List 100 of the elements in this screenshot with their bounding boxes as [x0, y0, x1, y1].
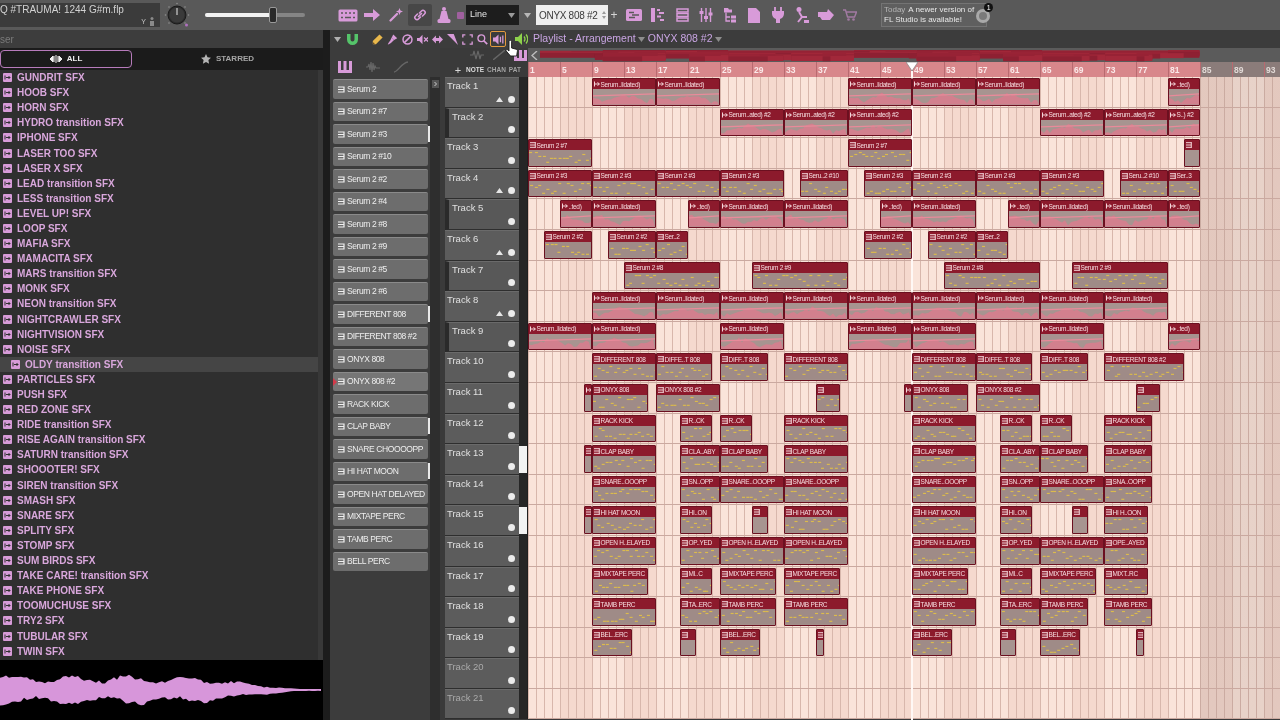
browser-item[interactable]: HOOB SFX	[0, 85, 318, 101]
dot-icon[interactable]	[508, 370, 515, 378]
dot-icon[interactable]	[508, 156, 515, 164]
dot-icon[interactable]	[508, 95, 515, 103]
toolbar-button[interactable]	[408, 4, 432, 26]
pattern-item[interactable]: SNARE CHOOOOPP	[333, 439, 428, 459]
browser-item[interactable]: HORN SFX	[0, 100, 318, 116]
add-track-button[interactable]: +	[453, 63, 463, 76]
track-header[interactable]: Track 9	[445, 321, 519, 353]
pattern-item[interactable]: HI HAT MOON	[333, 461, 428, 481]
dot-icon[interactable]	[508, 523, 515, 531]
knob-icon[interactable]	[164, 2, 190, 28]
playlist-clip[interactable]	[1000, 628, 1016, 657]
dot-icon[interactable]	[508, 676, 515, 684]
tool-button[interactable]	[370, 31, 385, 47]
track-header[interactable]: Track 18	[445, 597, 519, 628]
chevron-left-icon[interactable]	[531, 50, 538, 60]
snap-dropdown[interactable]: Line	[466, 5, 519, 25]
pattern-item[interactable]: RACK KICK	[333, 394, 428, 414]
browser-tab[interactable]: STARRED	[132, 50, 323, 68]
dot-icon[interactable]	[508, 248, 515, 256]
pattern-item[interactable]: Serum 2 #7	[333, 101, 428, 121]
pattern-item[interactable]: Serum 2 #6	[333, 281, 428, 301]
pattern-item[interactable]: Serum 2 #8	[333, 214, 428, 234]
browser-item[interactable]: SNARE SFX	[0, 507, 318, 523]
browser-item[interactable]: LESS transition SFX	[0, 190, 318, 206]
browser-item[interactable]: NOISE SFX	[0, 341, 318, 357]
browser-item[interactable]: SATURN transition SFX	[0, 447, 318, 463]
browser-item[interactable]: NIGHTCRAWLER SFX	[0, 311, 318, 327]
dot-icon[interactable]	[508, 646, 515, 654]
browser-item[interactable]: NIGHTVISION SFX	[0, 326, 318, 342]
track-header[interactable]: Track 12	[445, 413, 519, 445]
pattern-item[interactable]: Serum 2 #10	[333, 146, 428, 166]
browser-item[interactable]: NEON transition SFX	[0, 296, 318, 312]
disc-icon[interactable]	[974, 6, 993, 24]
pattern-item[interactable]: TAMB PERC	[333, 529, 428, 549]
pattern-item[interactable]: Serum 2	[333, 79, 428, 99]
browser-item[interactable]: MAFIA SFX	[0, 236, 318, 252]
browser-item[interactable]: LASER X SFX	[0, 160, 318, 176]
tool-button[interactable]	[460, 31, 475, 47]
browser-item[interactable]: MARS transition SFX	[0, 266, 318, 282]
pattern-item[interactable]: ONYX 808 #2	[333, 371, 428, 391]
triangle-icon[interactable]	[496, 188, 503, 194]
playlist-clip[interactable]	[680, 628, 696, 657]
browser-item[interactable]: MONK SFX	[0, 281, 318, 297]
pattern-item[interactable]: Serum 2 #4	[333, 191, 428, 211]
track-header[interactable]: Track 5	[445, 199, 519, 230]
pattern-item[interactable]: DIFFERENT 808	[333, 304, 428, 324]
pattern-item[interactable]: MIXTAPE PERC	[333, 506, 428, 526]
browser-item[interactable]: IPHONE SFX	[0, 130, 318, 146]
triangle-icon[interactable]	[496, 310, 503, 316]
browser-item[interactable]: OLDY transition SFX	[0, 356, 318, 372]
browser-item[interactable]: LOOP SFX	[0, 220, 318, 237]
track-header[interactable]: Track 1	[445, 77, 519, 108]
dot-icon[interactable]	[508, 126, 515, 134]
dot-icon[interactable]	[508, 217, 515, 225]
slider-thumb[interactable]	[269, 7, 277, 23]
track-header[interactable]: Track 8	[445, 291, 519, 322]
pattern-item[interactable]: DIFFERENT 808 #2	[333, 326, 428, 346]
dot-icon[interactable]	[508, 187, 515, 195]
track-header[interactable]: Track 16	[445, 535, 519, 567]
browser-item[interactable]: TOOMUCHUSE SFX	[0, 598, 318, 614]
browser-item[interactable]: SPLITY SFX	[0, 522, 318, 538]
browser-item[interactable]: TUBULAR SFX	[0, 628, 318, 644]
browser-item[interactable]: PARTICLES SFX	[0, 371, 318, 387]
dot-icon[interactable]	[508, 340, 515, 348]
browser-item[interactable]: LASER TOO SFX	[0, 145, 318, 161]
dot-icon[interactable]	[508, 615, 515, 623]
browser-item[interactable]: SUM BIRDS SFX	[0, 553, 318, 569]
browser-item[interactable]: HYDRO transition SFX	[0, 115, 318, 131]
picker-tab[interactable]	[338, 59, 352, 74]
dot-icon[interactable]	[508, 493, 515, 501]
track-header[interactable]: Track 11	[445, 382, 519, 414]
track-header[interactable]: Track 7	[445, 260, 519, 292]
track-header[interactable]: Track 17	[445, 566, 519, 598]
browser-item[interactable]: TAKE CARE! transition SFX	[0, 568, 318, 584]
dot-icon[interactable]	[508, 707, 515, 715]
scrollbar[interactable]	[430, 77, 440, 720]
browser-item[interactable]: STOMP SFX	[0, 537, 318, 553]
track-header[interactable]: Track 3	[445, 138, 519, 169]
browser-item[interactable]: RED ZONE SFX	[0, 402, 318, 418]
playlist-clip[interactable]	[1072, 506, 1088, 534]
scroll-arrow-icon[interactable]	[431, 80, 439, 88]
track-header[interactable]: Track 14	[445, 474, 519, 506]
pattern-item[interactable]: Serum 2 #3	[333, 124, 428, 144]
browser-item[interactable]: PUSH SFX	[0, 386, 318, 403]
snap-toggle[interactable]	[344, 31, 360, 47]
pattern-item[interactable]: Serum 2 #2	[333, 169, 428, 189]
track-header[interactable]: Track 19	[445, 627, 519, 659]
dot-icon[interactable]	[508, 401, 515, 409]
pattern-selector[interactable]: ONYX 808 #2	[536, 5, 608, 25]
tool-button[interactable]	[490, 31, 506, 47]
playlist-clip[interactable]	[816, 628, 824, 657]
browser-tab[interactable]: ALL	[0, 50, 132, 68]
dot-icon[interactable]	[508, 309, 515, 317]
browser-item[interactable]: LEVEL UP! SFX	[0, 205, 318, 221]
browser-item[interactable]: TAKE PHONE SFX	[0, 583, 318, 599]
dot-icon[interactable]	[508, 432, 515, 440]
browser-item[interactable]: SIREN transition SFX	[0, 477, 318, 493]
add-pattern-button[interactable]: +	[608, 5, 620, 25]
